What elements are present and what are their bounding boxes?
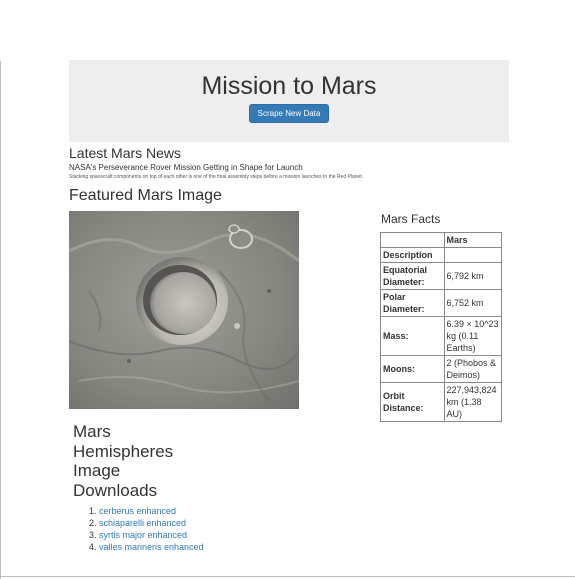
table-header-mars: Mars — [443, 232, 503, 248]
jumbotron: Mission to Mars Scrape New Data — [69, 60, 509, 142]
table-row: Equatorial Diameter: 6,792 km — [380, 262, 503, 290]
list-item: cerberus enhanced — [99, 505, 229, 517]
fact-label: Description — [380, 247, 445, 263]
page-left-border — [0, 61, 1, 579]
fact-value: 6,752 km — [443, 289, 503, 317]
fact-value: 227,943,824 km (1.38 AU) — [443, 382, 503, 422]
mars-facts-table: Mars Description Equatorial Diameter: 6,… — [380, 232, 503, 422]
table-header-empty — [380, 232, 445, 248]
hemisphere-link-valles-marineris[interactable]: valles marineris enhanced — [99, 542, 204, 552]
fact-label: Mass: — [380, 316, 445, 356]
table-row: Description — [380, 247, 503, 263]
fact-value: 2 (Phobos & Deimos) — [443, 355, 503, 383]
fact-value — [443, 247, 503, 263]
crater-image — [69, 211, 299, 409]
list-item: schiaparelli enhanced — [99, 517, 229, 529]
table-header-row: Mars — [380, 232, 503, 248]
fact-label: Orbit Distance: — [380, 382, 445, 422]
table-row: Moons: 2 (Phobos & Deimos) — [380, 355, 503, 383]
featured-mars-image — [69, 211, 299, 409]
news-teaser: Stacking spacecraft components on top of… — [69, 174, 364, 180]
table-row: Polar Diameter: 6,752 km — [380, 289, 503, 317]
table-row: Orbit Distance: 227,943,824 km (1.38 AU) — [380, 382, 503, 422]
hemispheres-list: cerberus enhanced schiaparelli enhanced … — [79, 505, 229, 553]
hemisphere-link-syrtis-major[interactable]: syrtis major enhanced — [99, 530, 187, 540]
fact-value: 6.39 × 10^23 kg (0.11 Earths) — [443, 316, 503, 356]
mars-facts-heading: Mars Facts — [381, 212, 441, 226]
page-title: Mission to Mars — [201, 72, 377, 100]
featured-image-heading: Featured Mars Image — [69, 187, 222, 204]
hemisphere-link-schiaparelli[interactable]: schiaparelli enhanced — [99, 518, 186, 528]
list-item: syrtis major enhanced — [99, 529, 229, 541]
fact-label: Polar Diameter: — [380, 289, 445, 317]
scrape-new-data-button[interactable]: Scrape New Data — [248, 104, 330, 123]
list-item: valles marineris enhanced — [99, 541, 229, 553]
latest-news-heading: Latest Mars News — [69, 145, 182, 161]
page-bottom-border — [0, 576, 575, 577]
fact-label: Moons: — [380, 355, 445, 383]
fact-value: 6,792 km — [443, 262, 503, 290]
fact-label: Equatorial Diameter: — [380, 262, 445, 290]
hemispheres-heading: Mars Hemispheres Image Downloads — [73, 422, 174, 500]
table-row: Mass: 6.39 × 10^23 kg (0.11 Earths) — [380, 316, 503, 356]
news-title: NASA's Perseverance Rover Mission Gettin… — [69, 163, 303, 172]
hemisphere-link-cerberus[interactable]: cerberus enhanced — [99, 506, 176, 516]
